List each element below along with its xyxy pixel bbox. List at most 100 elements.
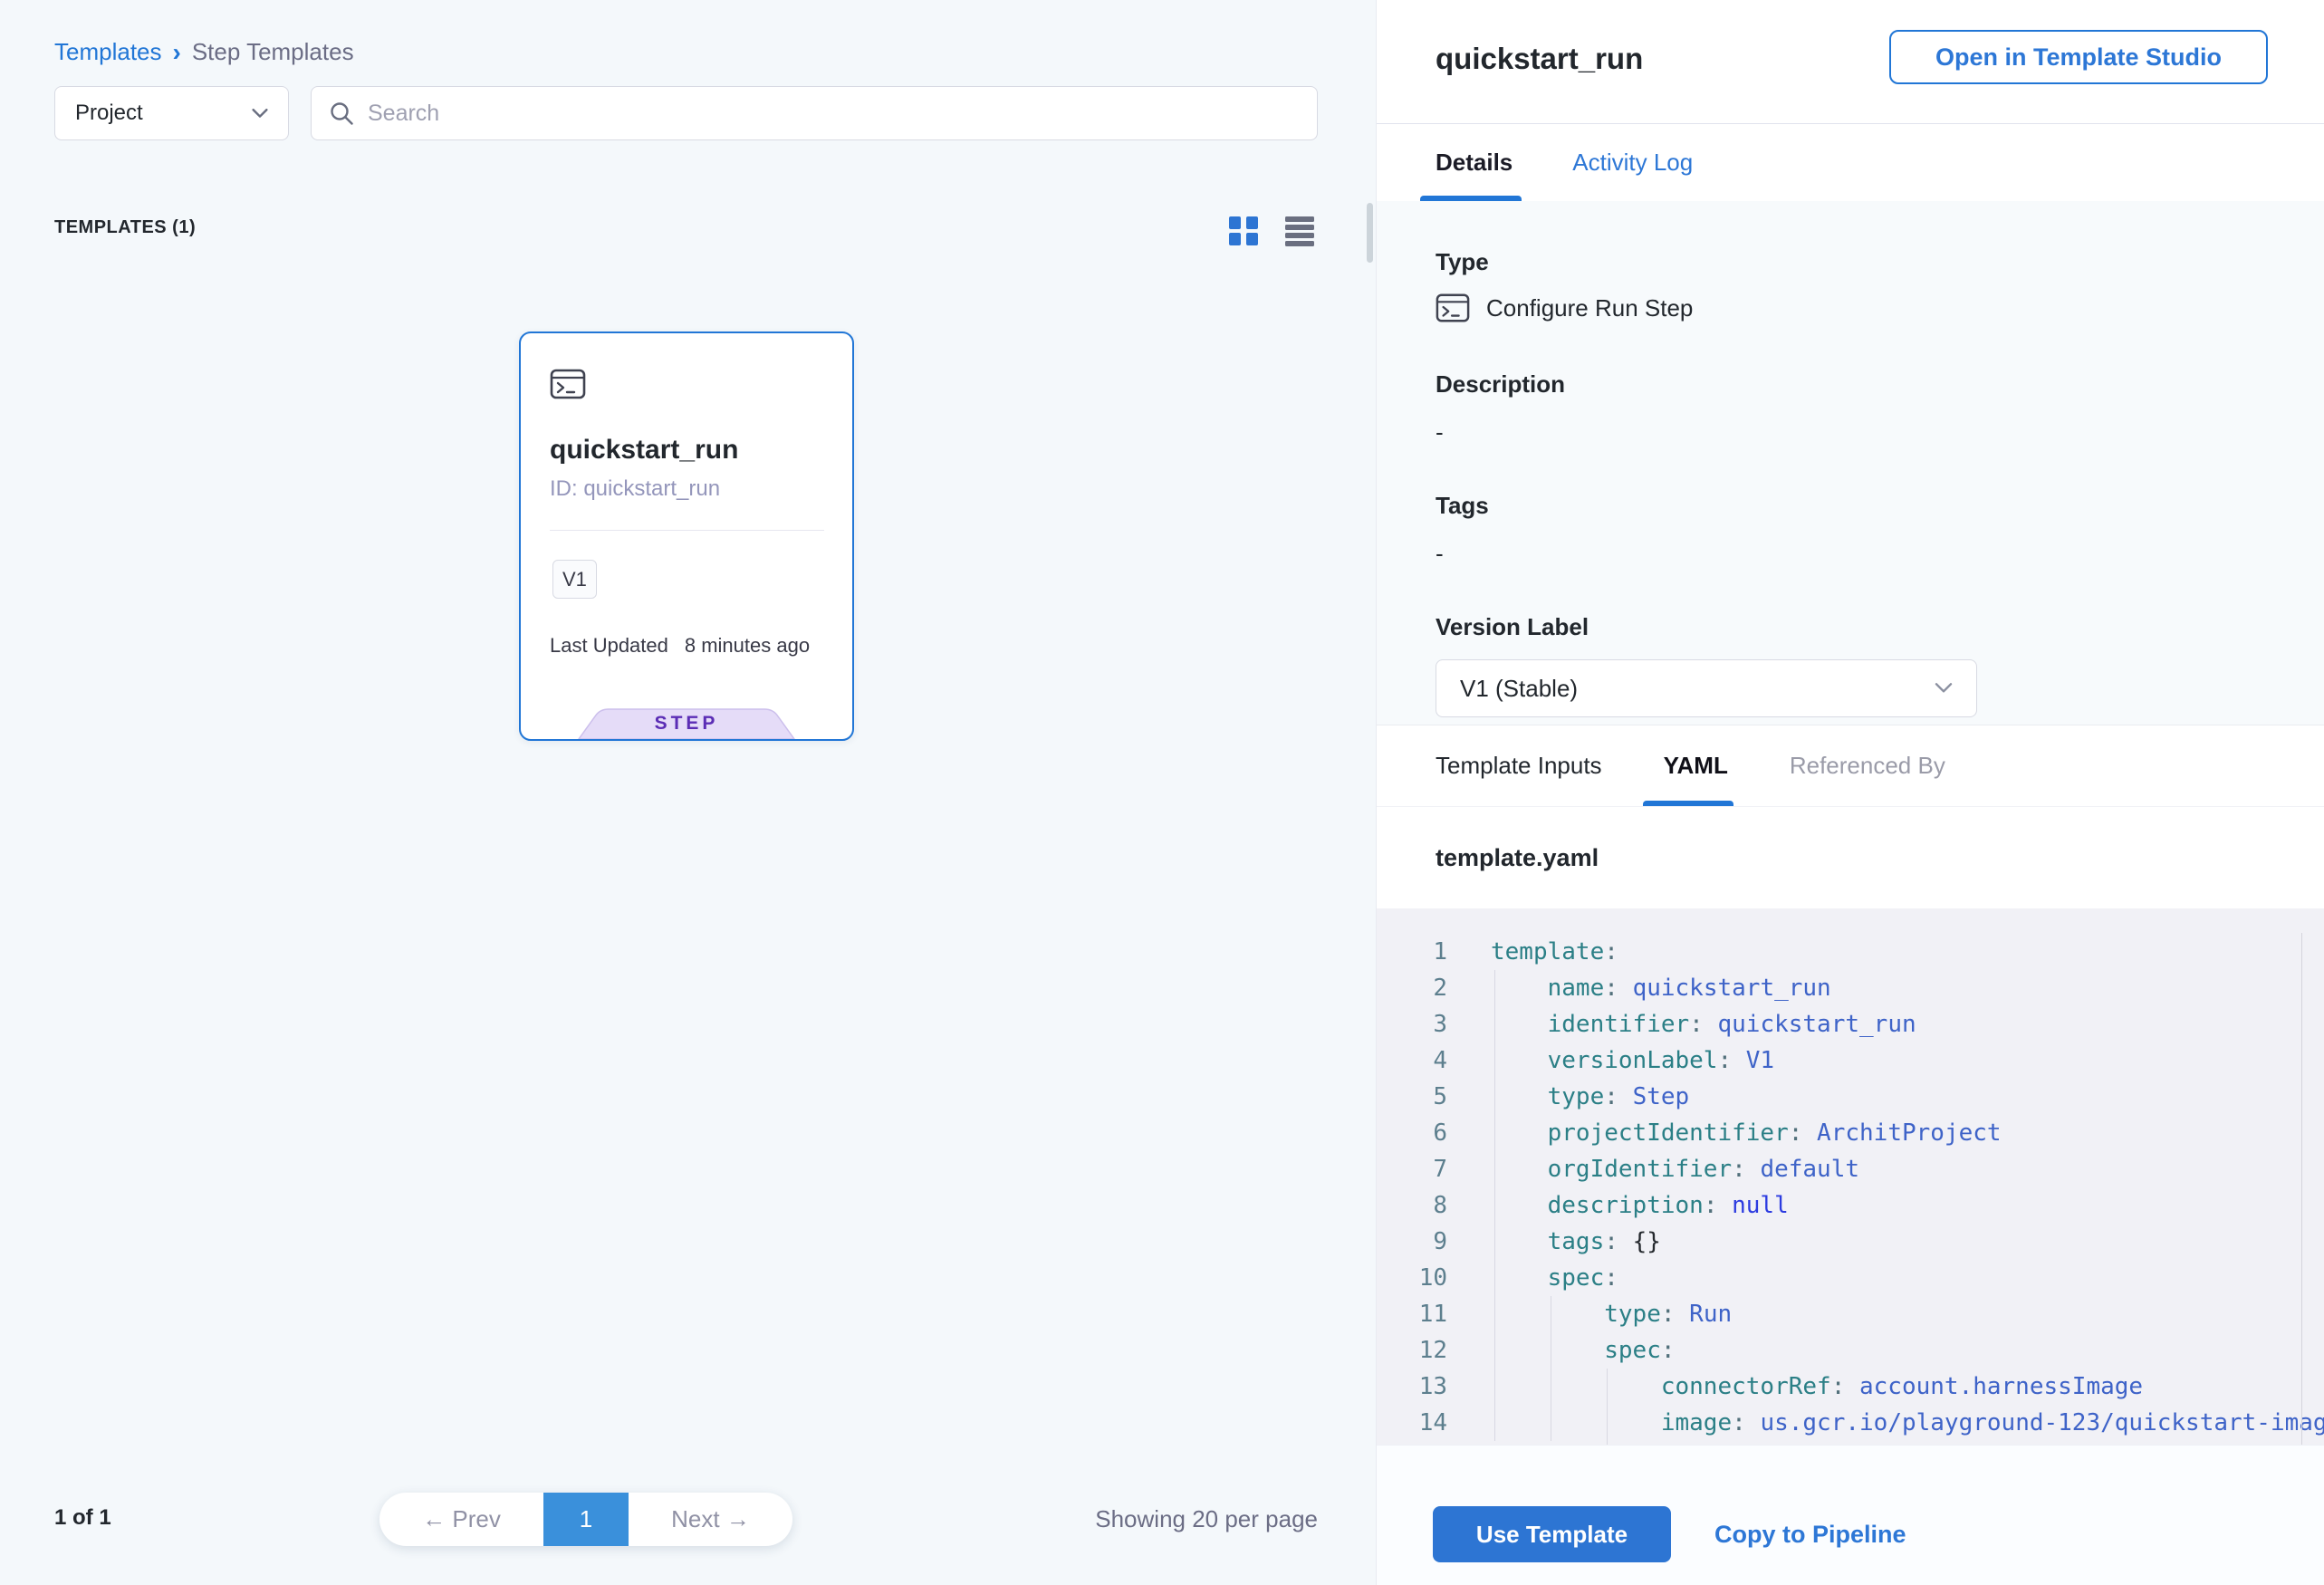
code-line: 13 connectorRef: account.harnessImage (1377, 1369, 2324, 1405)
detail-footer: Use Template Copy to Pipeline (1377, 1445, 2324, 1585)
chevron-down-icon (1935, 683, 1953, 694)
run-step-icon (1436, 291, 1470, 325)
tab-template-inputs[interactable]: Template Inputs (1436, 752, 1602, 780)
code-line: 7 orgIdentifier: default (1377, 1151, 2324, 1187)
code-text: spec: (1447, 1260, 1618, 1296)
templates-count-label: TEMPLATES (1) (54, 217, 196, 238)
last-updated-row: Last Updated 8 minutes ago (550, 634, 810, 658)
version-dropdown[interactable]: V1 (Stable) (1436, 659, 1977, 717)
detail-tabbar: Details Activity Log (1377, 124, 2324, 201)
templates-page: Templates › Step Templates Project TEMPL… (0, 0, 2324, 1585)
line-number: 9 (1377, 1224, 1447, 1260)
line-number: 8 (1377, 1187, 1447, 1224)
open-in-template-studio-button[interactable]: Open in Template Studio (1889, 30, 2268, 84)
tab-activity-log[interactable]: Activity Log (1572, 149, 1693, 177)
breadcrumb-current: Step Templates (192, 38, 354, 66)
code-text: type: Step (1447, 1079, 1689, 1115)
current-page-button[interactable]: 1 (543, 1493, 629, 1546)
line-number: 2 (1377, 970, 1447, 1006)
last-updated-label: Last Updated (550, 634, 668, 658)
template-card[interactable]: quickstart_run ID: quickstart_run V1 Las… (519, 331, 854, 741)
chevron-down-icon (252, 109, 268, 119)
line-number: 6 (1377, 1115, 1447, 1151)
card-divider (550, 530, 824, 531)
next-label: Next (671, 1505, 719, 1532)
ribbon-label: STEP (578, 713, 795, 735)
grid-view-icon[interactable] (1225, 214, 1258, 246)
search-input[interactable] (368, 101, 1301, 127)
yaml-file-name: template.yaml (1436, 844, 1599, 872)
template-card-id: ID: quickstart_run (550, 476, 720, 502)
code-text: identifier: quickstart_run (1447, 1006, 1916, 1042)
code-line: 9 tags: {} (1377, 1224, 2324, 1260)
next-arrow-icon: → (726, 1505, 750, 1532)
tab-yaml[interactable]: YAML (1664, 752, 1728, 780)
prev-arrow-icon: ← (422, 1505, 446, 1532)
type-value: Configure Run Step (1486, 294, 1693, 322)
line-number: 13 (1377, 1369, 1447, 1405)
templates-list-panel: Templates › Step Templates Project TEMPL… (0, 0, 1377, 1585)
run-step-icon (550, 366, 586, 402)
template-detail-panel: quickstart_run Open in Template Studio D… (1377, 0, 2324, 1585)
code-line: 6 projectIdentifier: ArchitProject (1377, 1115, 2324, 1151)
list-view-icon[interactable] (1283, 214, 1316, 246)
line-number: 10 (1377, 1260, 1447, 1296)
description-value: - (1436, 418, 2324, 447)
step-type-ribbon: STEP (578, 708, 795, 739)
editor-minimap-border (2301, 933, 2302, 1445)
description-label: Description (1436, 370, 2324, 399)
indent-guide (1494, 970, 1495, 1441)
code-text: spec: (1447, 1332, 1676, 1369)
yaml-editor[interactable]: 1template:2 name: quickstart_run3 identi… (1377, 908, 2324, 1445)
code-text: tags: {} (1447, 1224, 1661, 1260)
tab-details[interactable]: Details (1436, 149, 1513, 177)
code-line: 5 type: Step (1377, 1079, 2324, 1115)
code-line: 8 description: null (1377, 1187, 2324, 1224)
type-label: Type (1436, 248, 2324, 276)
last-updated-value: 8 minutes ago (685, 634, 810, 658)
use-template-button[interactable]: Use Template (1433, 1506, 1671, 1562)
line-number: 14 (1377, 1405, 1447, 1441)
list-scrollbar-thumb[interactable] (1367, 203, 1373, 263)
next-page-button[interactable]: Next → (629, 1505, 792, 1533)
code-line: 10 spec: (1377, 1260, 2324, 1296)
code-text: versionLabel: V1 (1447, 1042, 1774, 1079)
search-box (311, 86, 1318, 140)
code-text: name: quickstart_run (1447, 970, 1831, 1006)
search-icon (328, 100, 355, 127)
breadcrumb-separator-icon: › (173, 41, 181, 64)
line-number: 1 (1377, 934, 1447, 970)
code-line: 4 versionLabel: V1 (1377, 1042, 2324, 1079)
code-line: 12 spec: (1377, 1332, 2324, 1369)
line-number: 11 (1377, 1296, 1447, 1332)
tab-referenced-by[interactable]: Referenced By (1790, 752, 1945, 780)
scope-dropdown-value: Project (75, 101, 143, 126)
code-text: orgIdentifier: default (1447, 1151, 1859, 1187)
code-text: type: Run (1447, 1296, 1732, 1332)
prev-page-button[interactable]: ← Prev (379, 1505, 543, 1533)
code-line: 14 image: us.gcr.io/playground-123/quick… (1377, 1405, 2324, 1441)
result-count: 1 of 1 (54, 1505, 111, 1531)
yaml-code-lines: 1template:2 name: quickstart_run3 identi… (1377, 934, 2324, 1441)
per-page-label: Showing 20 per page (1095, 1505, 1318, 1533)
copy-to-pipeline-link[interactable]: Copy to Pipeline (1714, 1506, 1906, 1562)
version-badge: V1 (552, 560, 597, 599)
code-text: description: null (1447, 1187, 1789, 1224)
pagination: ← Prev 1 Next → (379, 1493, 792, 1546)
code-text: connectorRef: account.harnessImage (1447, 1369, 2143, 1405)
yaml-file-header: template.yaml (1377, 806, 2324, 908)
code-line: 11 type: Run (1377, 1296, 2324, 1332)
code-text: projectIdentifier: ArchitProject (1447, 1115, 2002, 1151)
line-number: 5 (1377, 1079, 1447, 1115)
code-text: template: (1447, 934, 1618, 970)
breadcrumb-templates-link[interactable]: Templates (54, 38, 162, 66)
version-label: Version Label (1436, 613, 2324, 641)
scope-dropdown[interactable]: Project (54, 86, 289, 140)
detail-title: quickstart_run (1436, 42, 1643, 76)
prev-label: Prev (452, 1505, 500, 1532)
breadcrumb: Templates › Step Templates (54, 38, 354, 66)
detail-header: quickstart_run Open in Template Studio (1377, 0, 2324, 124)
code-line: 2 name: quickstart_run (1377, 970, 2324, 1006)
code-line: 3 identifier: quickstart_run (1377, 1006, 2324, 1042)
yaml-tabbar: Template Inputs YAML Referenced By (1377, 725, 2324, 806)
